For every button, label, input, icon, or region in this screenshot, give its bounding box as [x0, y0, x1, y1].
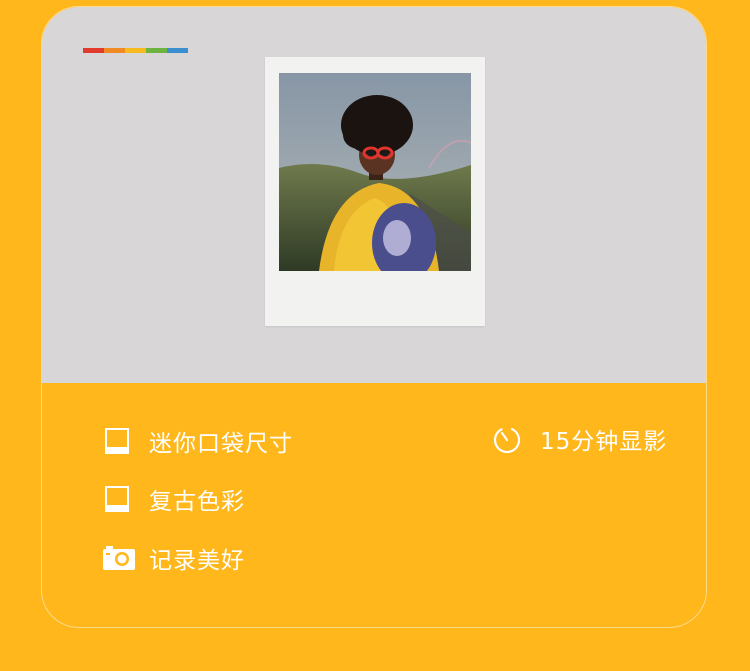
stripe-green: [146, 48, 167, 53]
feature-color-label: 复古色彩: [149, 489, 245, 515]
feature-develop: 15分钟显影: [492, 422, 667, 456]
feature-size: 迷你口袋尺寸: [105, 424, 293, 458]
photo-panel: [42, 7, 706, 383]
feature-size-label: 迷你口袋尺寸: [149, 431, 293, 457]
camera-icon: [103, 546, 135, 570]
stripe-yellow: [125, 48, 146, 53]
product-card: 迷你口袋尺寸 15分钟显影 复古色彩 记录美好: [41, 6, 707, 628]
feature-record-label: 记录美好: [149, 548, 245, 574]
timer-icon: [493, 426, 521, 454]
stripe-blue: [167, 48, 188, 53]
instant-photo-image: [279, 73, 471, 271]
feature-color: 复古色彩: [105, 482, 245, 516]
rainbow-stripe: [83, 48, 188, 53]
stripe-red: [83, 48, 104, 53]
instant-photo-frame: [265, 57, 485, 326]
feature-list: 迷你口袋尺寸 15分钟显影 复古色彩 记录美好: [42, 383, 706, 627]
feature-record: 记录美好: [103, 541, 245, 575]
portrait-illustration: [279, 73, 471, 271]
frame-icon: [105, 486, 129, 512]
frame-icon: [105, 428, 129, 454]
feature-develop-label: 15分钟显影: [540, 429, 668, 455]
stripe-orange: [104, 48, 125, 53]
